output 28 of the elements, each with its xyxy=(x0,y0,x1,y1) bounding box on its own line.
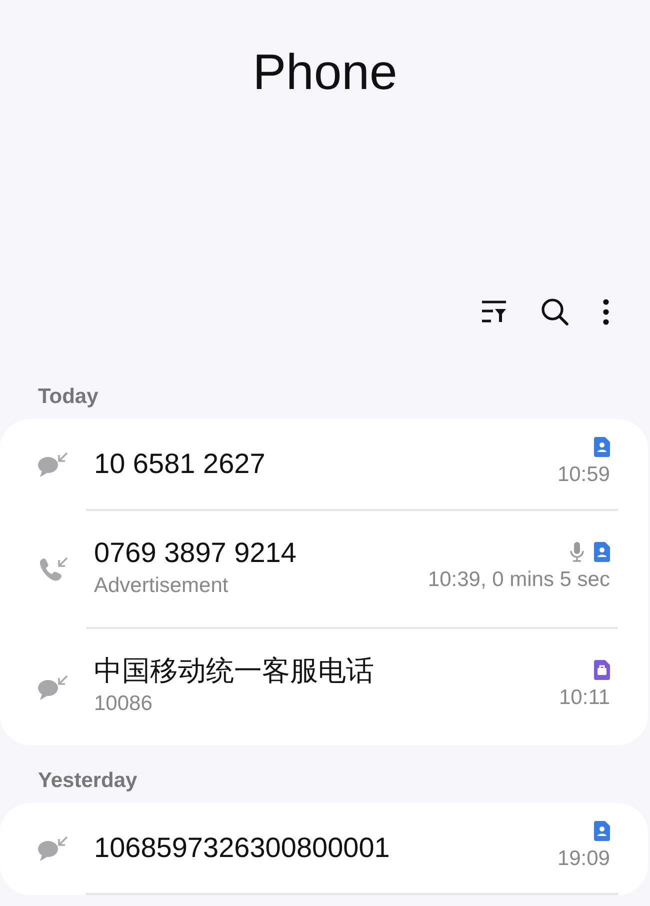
caller-label: Advertisement xyxy=(94,573,230,600)
call-time: 10:39, 0 mins 5 sec xyxy=(428,567,610,594)
call-time: 10:59 xyxy=(557,462,610,488)
call-time: 19:09 xyxy=(557,846,610,872)
message-icon xyxy=(36,673,70,701)
briefcase-card-icon xyxy=(594,660,610,680)
more-options-icon xyxy=(602,298,610,326)
contact-card-icon xyxy=(594,821,610,842)
screen-title: Phone xyxy=(252,43,398,102)
call-log-row[interactable]: 0769 3897 9214 Advertisement 10:39, 0 mins 5 sec xyxy=(0,511,648,627)
call-log-row[interactable]: 1068597326300800001 19:09 xyxy=(0,803,648,893)
message-icon xyxy=(36,450,70,478)
call-log-row[interactable]: 中国移动统一客服电话 10086 10:11 xyxy=(0,629,648,745)
search-icon xyxy=(540,297,570,327)
contact-card-icon xyxy=(594,542,610,562)
caller-name: 中国移动统一客服电话 xyxy=(94,654,375,688)
caller-name: 1068597326300800001 xyxy=(94,831,391,865)
call-log-row[interactable]: 10 6581 2627 10:59 xyxy=(0,419,648,509)
caller-label: 10086 xyxy=(94,691,154,718)
caller-name: 10 6581 2627 xyxy=(94,447,266,481)
call-time: 10:11 xyxy=(559,685,610,712)
microphone-icon xyxy=(570,542,584,562)
filter-icon xyxy=(480,299,508,325)
section-header: Today xyxy=(37,384,100,410)
message-icon xyxy=(36,834,70,862)
contact-card-icon xyxy=(594,437,610,458)
caller-name: 0769 3897 9214 xyxy=(94,536,298,570)
section-header: Yesterday xyxy=(37,768,138,794)
